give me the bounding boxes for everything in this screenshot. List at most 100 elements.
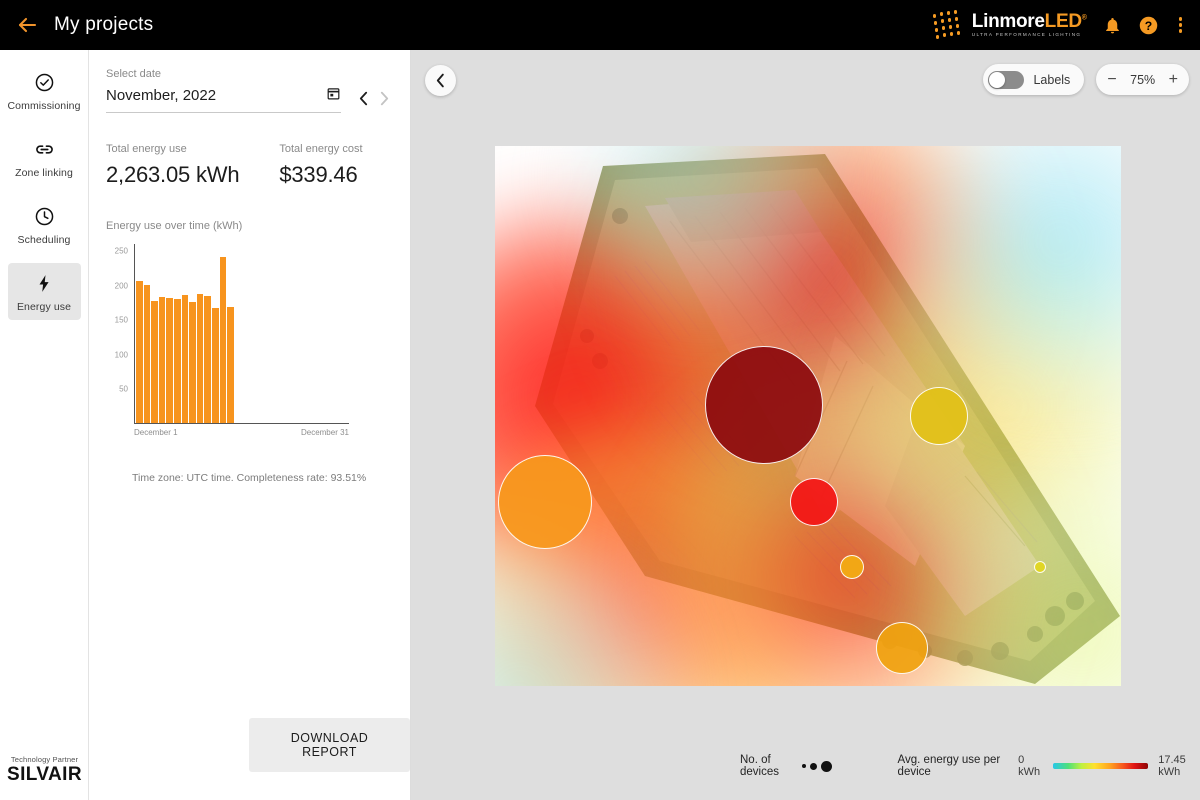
labels-switch[interactable]	[988, 70, 1025, 89]
switch-knob	[989, 71, 1006, 88]
chart-x-axis: December 1 December 31	[134, 428, 349, 437]
chart-bar[interactable]	[158, 297, 166, 423]
date-input[interactable]: November, 2022	[106, 86, 341, 113]
page-title: My projects	[54, 14, 154, 35]
brand-trademark: ®	[1081, 14, 1087, 22]
zoom-control: − 75% +	[1096, 64, 1189, 95]
check-circle-icon	[34, 71, 55, 93]
select-date-label: Select date	[106, 68, 162, 80]
device-size-scale-icon	[801, 760, 832, 772]
y-tick-label: 250	[114, 246, 128, 256]
zoom-out-button[interactable]: −	[1107, 71, 1116, 88]
map-toolbar: Labels − 75% +	[983, 64, 1189, 95]
x-tick-start: December 1	[134, 428, 178, 437]
chart-title: Energy use over time (kWh)	[106, 220, 243, 232]
chart-bar[interactable]	[173, 299, 181, 423]
sidebar-item-label: Scheduling	[17, 234, 71, 246]
energy-use-panel: Select date November, 2022 Total energy …	[89, 50, 411, 800]
chart-bar[interactable]	[181, 294, 189, 423]
labels-toggle-label: Labels	[1033, 72, 1071, 87]
node-yellow-dot[interactable]	[1033, 561, 1046, 574]
chart-plot-area	[134, 244, 349, 424]
partner-prefix: Technology Partner	[10, 755, 79, 764]
chart-y-axis: 50 100 150 200 250	[106, 244, 128, 424]
date-value: November, 2022	[106, 87, 217, 104]
node-amber-tiny[interactable]	[839, 555, 864, 580]
svg-text:?: ?	[1144, 18, 1151, 32]
legend-scale-max: 17.45 kWh	[1158, 754, 1186, 778]
next-month-button[interactable]	[374, 91, 395, 109]
sidebar-item-energy-use[interactable]: Energy use	[7, 263, 81, 320]
node-amber-mid[interactable]	[875, 622, 928, 675]
calendar-icon[interactable]	[326, 86, 341, 105]
linmore-led-logo: LinmoreLED® ULTRA PERFORMANCE LIGHTING	[931, 10, 1087, 40]
legend-energy-scale: Avg. energy use per device 0 kWh 17.45 k…	[898, 754, 1200, 778]
kebab-menu-icon[interactable]	[1175, 17, 1186, 33]
brand-name-part2: LED	[1044, 11, 1082, 33]
sidebar-nav: Commissioning Zone linking Scheduling En…	[0, 50, 89, 800]
stat-label: Total energy cost	[279, 143, 363, 155]
energy-gradient-bar	[1052, 763, 1149, 769]
collapse-panel-button[interactable]	[425, 65, 456, 96]
energy-bar-chart: 50 100 150 200 250 December 1 December 31	[106, 244, 356, 444]
notification-bell-icon[interactable]	[1103, 16, 1122, 35]
node-yellow-top[interactable]	[910, 387, 969, 445]
sidebar-item-label: Commissioning	[7, 100, 81, 112]
node-red-small[interactable]	[790, 478, 839, 527]
chart-note: Time zone: UTC time. Completeness rate: …	[132, 472, 367, 484]
clock-icon	[34, 205, 55, 227]
legend-energy-label: Avg. energy use per device	[897, 754, 1001, 778]
top-bar: My projects LinmoreLED® ULTRA PERFORMANC…	[0, 0, 1200, 50]
map-legend: No. of devices Avg. energy use per devic…	[411, 754, 1200, 778]
sidebar-item-scheduling[interactable]: Scheduling	[8, 196, 81, 253]
labels-toggle[interactable]: Labels	[983, 64, 1085, 95]
y-tick-label: 150	[114, 315, 128, 325]
x-tick-end: December 31	[300, 428, 349, 437]
sidebar-item-commissioning[interactable]: Commissioning	[7, 62, 81, 119]
chart-bar[interactable]	[227, 306, 234, 423]
chart-bar[interactable]	[143, 284, 151, 423]
stat-label: Total energy use	[106, 143, 187, 155]
node-orange-left[interactable]	[498, 455, 593, 550]
brand-tagline: ULTRA PERFORMANCE LIGHTING	[971, 32, 1082, 38]
date-picker-row: November, 2022	[106, 86, 395, 113]
chart-bar[interactable]	[219, 256, 227, 423]
y-tick-label: 50	[119, 384, 128, 394]
chart-bar[interactable]	[166, 297, 173, 423]
summary-stats: Total energy use 2,263.05 kWh Total ener…	[106, 143, 394, 188]
y-tick-label: 100	[114, 350, 128, 360]
node-dark-red[interactable]	[705, 346, 824, 465]
map-area: Labels − 75% + No. of devices Avg. energ…	[411, 50, 1200, 800]
chart-bars	[136, 243, 234, 423]
legend-device-count: No. of devices	[740, 754, 832, 778]
y-tick-label: 200	[114, 281, 128, 291]
technology-partner-logo: Technology Partner SILVAIR	[0, 755, 89, 786]
sidebar-item-label: Energy use	[16, 301, 72, 313]
chart-bar[interactable]	[211, 308, 219, 423]
chart-bar[interactable]	[189, 301, 196, 423]
chart-bar[interactable]	[136, 281, 143, 423]
chart-bar[interactable]	[196, 294, 204, 423]
legend-scale-min: 0 kWh	[1018, 754, 1041, 778]
chart-bar[interactable]	[151, 301, 158, 423]
back-arrow-icon[interactable]	[14, 12, 40, 38]
top-bar-actions: LinmoreLED® ULTRA PERFORMANCE LIGHTING ?	[931, 10, 1200, 40]
partner-name: SILVAIR	[7, 764, 82, 785]
logo-dots-icon	[931, 10, 965, 40]
legend-devices-label: No. of devices	[740, 754, 779, 778]
chart-bar[interactable]	[204, 295, 211, 423]
help-circle-icon[interactable]: ?	[1138, 15, 1159, 36]
stat-value: $339.46	[279, 162, 358, 187]
sidebar-item-label: Zone linking	[15, 167, 73, 179]
stat-value: 2,263.05 kWh	[106, 162, 240, 187]
stat-total-energy-cost: Total energy cost $339.46	[279, 143, 362, 188]
zoom-level-value: 75%	[1130, 72, 1156, 87]
zoom-in-button[interactable]: +	[1169, 71, 1178, 88]
previous-month-button[interactable]	[353, 91, 374, 109]
download-report-button[interactable]: DOWNLOAD REPORT	[249, 718, 410, 772]
link-icon	[33, 138, 56, 160]
map-canvas[interactable]	[495, 146, 1121, 686]
brand-name-part1: Linmore	[971, 11, 1045, 33]
app-root: My projects LinmoreLED® ULTRA PERFORMANC…	[0, 0, 1200, 800]
sidebar-item-zone-linking[interactable]: Zone linking	[8, 129, 81, 186]
